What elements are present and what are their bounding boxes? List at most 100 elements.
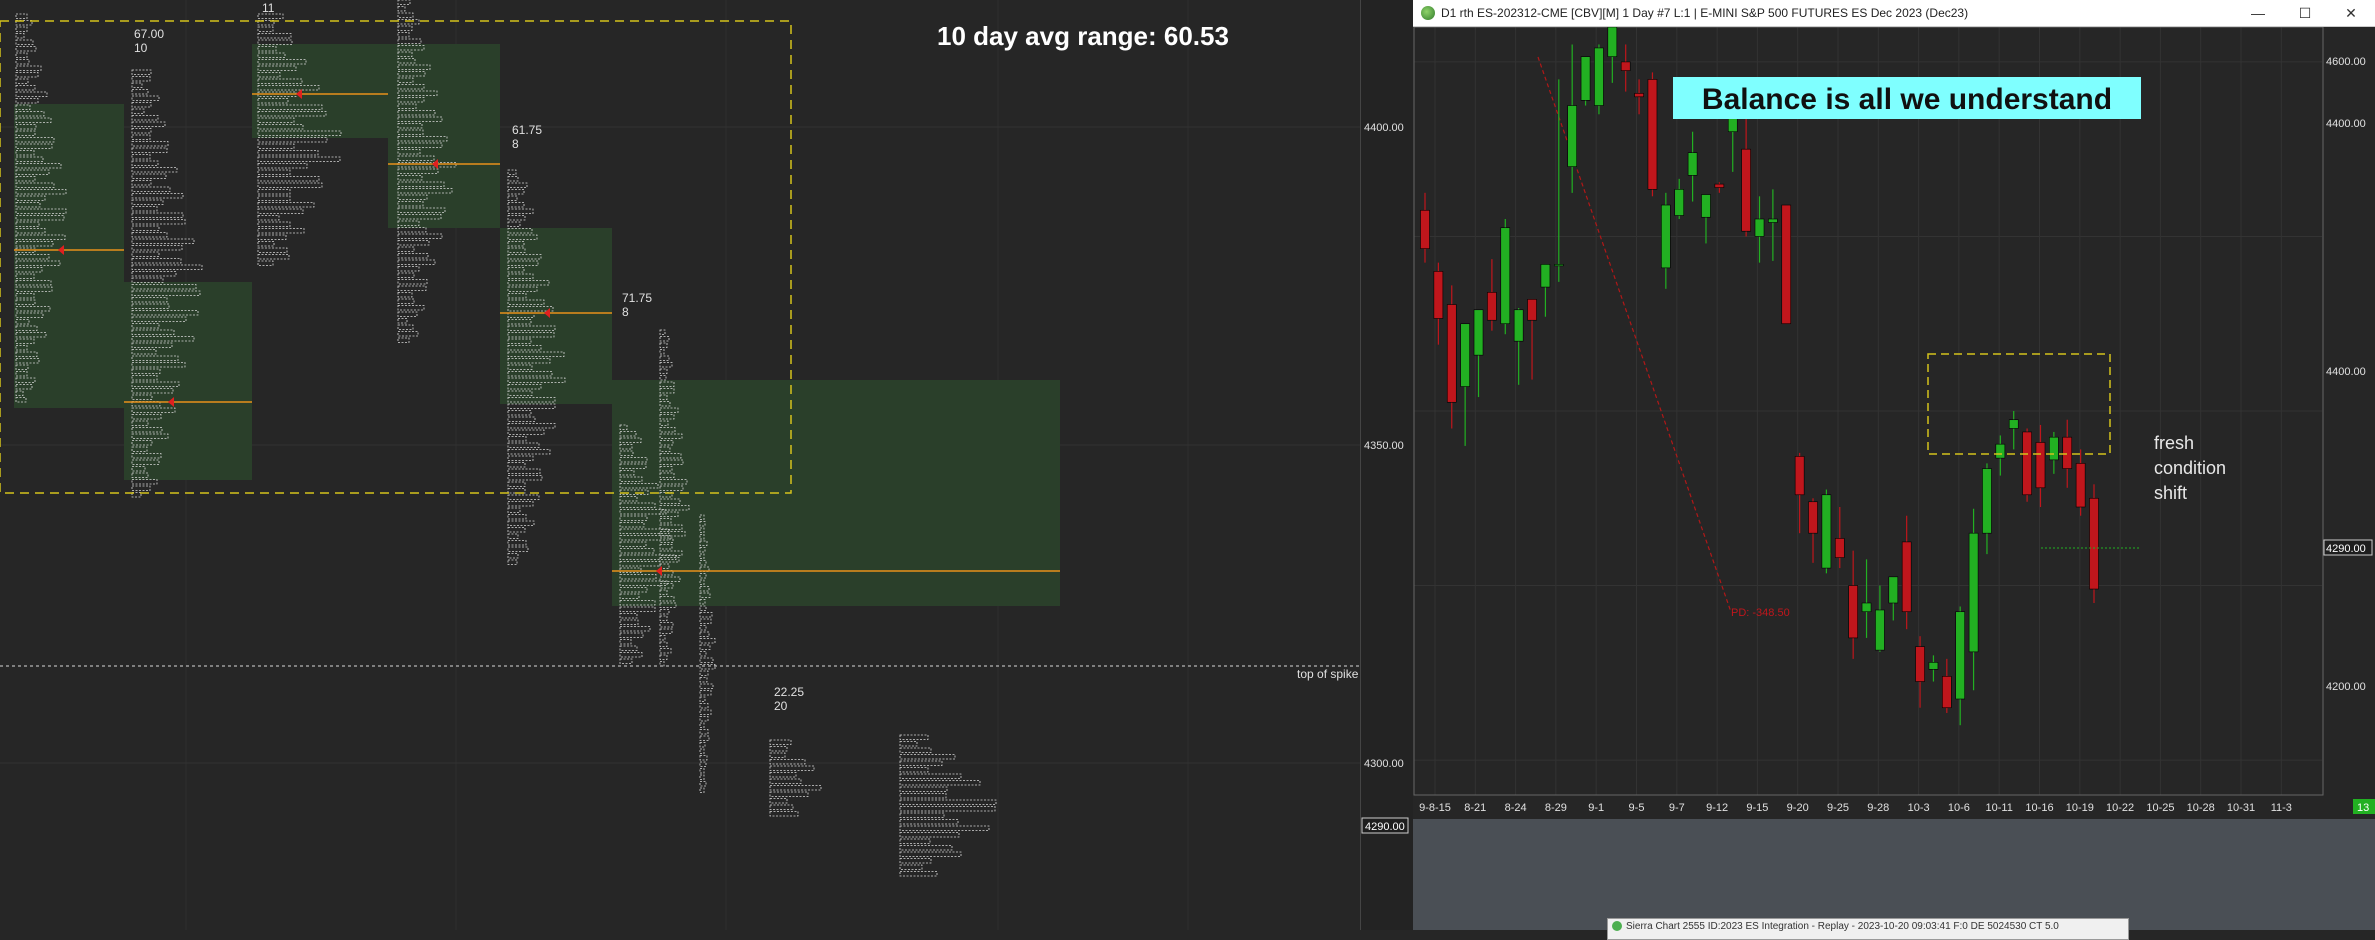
candle-body [1995,443,2006,459]
tpo-row [397,12,414,18]
tpo-row [131,134,151,140]
tpo-row [507,182,528,188]
maximize-button[interactable]: ☐ [2285,0,2325,26]
candlestick-chart-area[interactable]: PD: -348.50 Balance is all we understand… [1413,21,2375,819]
tpo-row [15,46,37,52]
candle-body [1661,204,1671,269]
tpo-row [899,799,997,805]
tpo-row [131,251,160,257]
tpo-row [507,455,534,461]
candle [1580,56,1591,106]
date-tick: 10-11 [1986,802,2013,814]
candle [2022,428,2032,502]
tpo-row [131,173,167,179]
globe-icon [1421,6,1435,20]
tpo-row [15,39,34,45]
tpo-row [659,329,666,335]
tpo-row [699,605,707,611]
tpo-row [15,59,30,65]
tpo-row [899,793,947,799]
tpo-row [507,410,532,416]
tpo-row [397,25,413,31]
tpo-row [699,618,712,624]
tpo-row [659,368,668,374]
tpo-row [257,169,291,175]
tpo-row [507,501,534,507]
tpo-row [507,176,519,182]
tpo-row [257,260,274,266]
tpo-row [15,65,42,71]
price-tick-4400a: 4400.00 [2326,118,2366,130]
tpo-row [699,781,707,787]
tpo-row [397,227,427,233]
window-titlebar[interactable]: D1 rth ES-202312-CME [CBV][M] 1 Day #7 L… [1413,0,2375,27]
tpo-row [699,748,705,754]
candle-body [1875,609,1885,651]
market-profile-panel[interactable]: top of spike 10 day avg range: 60.53 67.… [0,0,1360,930]
tpo-row [899,767,929,773]
note-line-2: condition [2154,458,2226,478]
left-price-axis[interactable]: 4400.00 4350.00 4300.00 4290.00 [1360,0,1414,930]
candle-body [1915,646,1925,682]
tpo-row [131,264,203,270]
tpo-row [699,755,708,761]
tpo-row [619,613,638,619]
tpo-row [131,271,177,277]
candlestick-window[interactable]: D1 rth ES-202312-CME [CBV][M] 1 Day #7 L… [1413,0,2375,940]
tpo-row [507,468,541,474]
candle-body [1433,271,1444,319]
tpo-row [899,754,956,760]
tpo-row [619,632,644,638]
tpo-row [899,864,923,870]
close-button[interactable]: ✕ [2331,0,2371,26]
tpo-row [15,78,29,84]
tpo-row [131,245,183,251]
tpo-row [507,533,519,539]
tpo-row [257,137,328,143]
tpo-row [131,277,164,283]
tpo-row [899,812,945,818]
tpo-row [659,342,668,348]
tpo-row [131,121,166,127]
sierra-chart-window-strip[interactable]: Sierra Chart 2555 ID:2023 ES Integration… [1607,918,2129,940]
tpo-row [257,150,319,156]
tpo-row [131,69,152,75]
tpo-row [257,39,293,45]
minimize-button[interactable]: — [2238,0,2278,26]
tpo-row [397,253,429,259]
tpo-row [899,851,962,857]
candle [2089,484,2099,603]
tpo-row [131,108,145,114]
tpo-row [899,780,981,786]
tpo-row [507,416,536,422]
candle-body [1982,468,1992,534]
candle-body [1834,538,1845,558]
price-tick-4350: 4350.00 [1364,440,1404,452]
tpo-row [507,507,521,513]
tpo-row [131,258,182,264]
tpo-row [699,638,716,644]
tpo-row [257,215,280,221]
date-tick: 11-3 [2271,802,2292,814]
tpo-row [397,318,408,324]
tpo-row [507,429,545,435]
tpo-row [659,661,665,667]
date-tick: 9-7 [1669,802,1685,814]
tpo-row [397,233,443,239]
candle-body [1554,264,1564,267]
candle-body [2049,436,2059,461]
tpo-row [507,481,526,487]
tpo-row [257,247,288,253]
tpo-row [699,787,705,793]
tpo-row [397,246,415,252]
tpo-row [397,331,419,337]
candle-body [1714,183,1725,188]
tpo-row [699,670,709,676]
tpo-row [899,747,932,753]
candle-body [1781,204,1792,325]
tpo-row [659,349,665,355]
tpo-row [257,221,291,227]
date-tick: 10-25 [2146,802,2174,814]
tpo-row [507,195,518,201]
tpo-row [397,292,413,298]
